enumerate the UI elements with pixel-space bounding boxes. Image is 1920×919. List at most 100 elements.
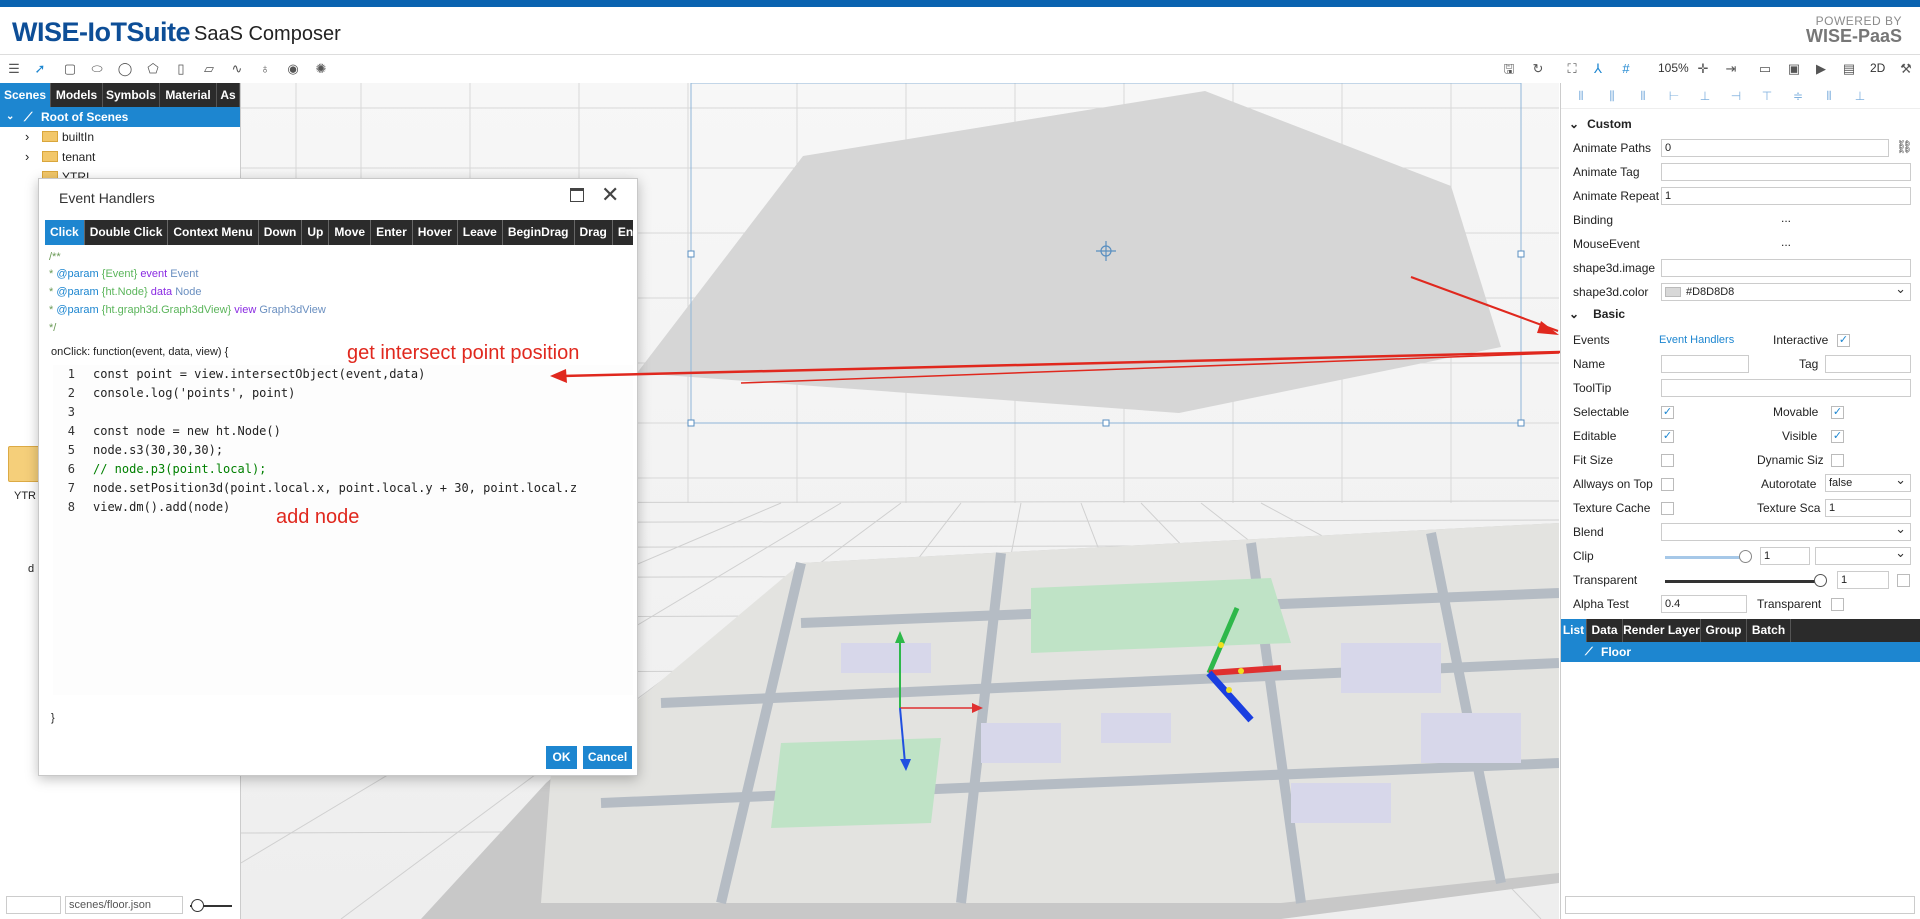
editable-checkbox[interactable]: ✓ [1661, 430, 1674, 443]
toggle-2d[interactable]: 2D [1870, 61, 1885, 75]
binding-button[interactable]: ... [1781, 208, 1791, 228]
tab-list[interactable]: List [1561, 619, 1587, 642]
always-on-top-checkbox[interactable] [1661, 478, 1674, 491]
align-bottom-icon[interactable]: ⫴ [1635, 89, 1651, 103]
basic-section-header[interactable]: ⌄ Basic [1569, 304, 1625, 324]
zoom-slider-thumb[interactable] [191, 899, 204, 912]
transparent-slider-thumb[interactable] [1814, 574, 1827, 587]
cube-icon[interactable]: ▢ [61, 60, 79, 78]
distribute-top-icon[interactable]: ⊤ [1759, 89, 1775, 103]
chevron-right-icon[interactable]: › [25, 127, 29, 147]
tab-down[interactable]: Down [259, 220, 303, 245]
tab-begin-drag[interactable]: BeginDrag [503, 220, 575, 245]
animate-paths-input[interactable]: 0 [1661, 139, 1889, 157]
record-icon[interactable]: ▤ [1840, 60, 1858, 78]
selectable-checkbox[interactable]: ✓ [1661, 406, 1674, 419]
close-icon[interactable]: ✕ [601, 182, 619, 208]
axis-icon[interactable]: ⅄ [1589, 60, 1607, 78]
save-as-icon[interactable]: ▣ [1785, 60, 1803, 78]
event-handlers-link[interactable]: Event Handlers [1659, 330, 1734, 350]
tab-up[interactable]: Up [302, 220, 330, 245]
shape-icon[interactable]: ⬠ [144, 60, 162, 78]
animate-repeat-input[interactable]: 1 [1661, 187, 1911, 205]
tab-hover[interactable]: Hover [413, 220, 458, 245]
texture-cache-checkbox[interactable] [1661, 502, 1674, 515]
tab-end[interactable]: End [613, 220, 633, 245]
clip-slider[interactable] [1665, 550, 1752, 563]
plane-icon[interactable]: ▱ [200, 60, 218, 78]
tab-leave[interactable]: Leave [458, 220, 503, 245]
tag-input[interactable] [1825, 355, 1911, 373]
sphere-icon[interactable]: ◯ [116, 60, 134, 78]
tab-click[interactable]: Click [45, 220, 85, 245]
dynamic-size-checkbox[interactable] [1831, 454, 1844, 467]
tab-symbols[interactable]: Symbols [103, 83, 160, 107]
tab-drag[interactable]: Drag [575, 220, 613, 245]
alpha-test-input[interactable]: 0.4 [1661, 595, 1747, 613]
clip-input[interactable]: 1 [1760, 547, 1810, 565]
clip-slider-thumb[interactable] [1739, 550, 1752, 563]
align-center-icon[interactable]: ⊥ [1697, 89, 1713, 103]
distribute-h-icon[interactable]: ⦀ [1821, 89, 1837, 103]
chevron-down-icon[interactable]: ⌄ [6, 107, 14, 127]
path-input[interactable]: scenes/floor.json [65, 896, 183, 914]
ok-button[interactable]: OK [546, 746, 577, 769]
fit-size-checkbox[interactable] [1661, 454, 1674, 467]
curve-icon[interactable]: ∿ [228, 60, 246, 78]
panel-icon[interactable]: ▭ [1756, 60, 1774, 78]
tool-icon[interactable]: ⚒ [1897, 60, 1915, 78]
autorotate-select[interactable]: false [1825, 472, 1911, 492]
cancel-button[interactable]: Cancel [583, 746, 632, 769]
tab-enter[interactable]: Enter [371, 220, 413, 245]
link-icon[interactable]: ⛓ [1896, 139, 1913, 155]
menu-icon[interactable]: ☰ [5, 60, 23, 78]
tab-batch[interactable]: Batch [1747, 619, 1791, 642]
align-middle-icon[interactable]: ⫼ [1604, 89, 1620, 103]
zoom-level[interactable]: 105% [1658, 61, 1689, 75]
distribute-bottom-icon[interactable]: ⊥ [1852, 89, 1868, 103]
tree-item-builtin[interactable]: › builtIn [0, 127, 240, 147]
filter-input[interactable] [6, 896, 61, 914]
mouse-event-button[interactable]: ... [1781, 232, 1791, 252]
custom-section-header[interactable]: ⌄ Custom [1569, 114, 1632, 134]
interactive-checkbox[interactable]: ✓ [1837, 334, 1850, 347]
movable-checkbox[interactable]: ✓ [1831, 406, 1844, 419]
spotlight-icon[interactable]: ✺ [312, 60, 330, 78]
tab-double-click[interactable]: Double Click [85, 220, 169, 245]
tooltip-input[interactable] [1661, 379, 1911, 397]
transparent2-checkbox[interactable] [1831, 598, 1844, 611]
chevron-right-icon[interactable]: › [25, 147, 29, 167]
shape-image-input[interactable] [1661, 259, 1911, 277]
wall-icon[interactable]: ▯ [172, 60, 190, 78]
fit-view-icon[interactable]: ⛶ [1563, 60, 1581, 78]
clip-select[interactable] [1815, 545, 1911, 565]
tab-assets[interactable]: As [217, 83, 240, 107]
tab-material[interactable]: Material [160, 83, 217, 107]
texture-scale-input[interactable]: 1 [1825, 499, 1911, 517]
select-pointer-icon[interactable]: ➚ [31, 60, 49, 78]
grid-icon[interactable]: # [1617, 60, 1635, 78]
play-icon[interactable]: ▶ [1812, 60, 1830, 78]
tab-scenes[interactable]: Scenes [0, 83, 51, 107]
tab-move[interactable]: Move [329, 220, 372, 245]
tree-item-tenant[interactable]: › tenant [0, 147, 240, 167]
animate-tag-input[interactable] [1661, 163, 1911, 181]
maximize-icon[interactable] [570, 188, 584, 202]
tab-render-layer[interactable]: Render Layer [1623, 619, 1701, 642]
resize-icon[interactable]: ⇥ [1722, 60, 1740, 78]
zoom-slider[interactable] [190, 899, 232, 912]
list-item-floor[interactable]: ⟋ Floor [1561, 642, 1920, 662]
tab-group[interactable]: Group [1701, 619, 1747, 642]
tab-models[interactable]: Models [51, 83, 103, 107]
align-right-icon[interactable]: ⊣ [1728, 89, 1744, 103]
light-icon[interactable]: ♁ [256, 60, 274, 78]
point-icon[interactable]: ◉ [284, 60, 302, 78]
tree-root[interactable]: ⌄ ⟋ Root of Scenes [0, 107, 240, 127]
shape-color-select[interactable]: #D8D8D8 [1661, 281, 1911, 301]
visible-checkbox[interactable]: ✓ [1831, 430, 1844, 443]
distribute-v-icon[interactable]: ≑ [1790, 89, 1806, 103]
align-left-icon[interactable]: ⊢ [1666, 89, 1682, 103]
large-folder-icon[interactable] [8, 446, 42, 482]
code-editor[interactable]: 1 const point = view.intersectObject(even… [53, 365, 633, 695]
align-top-icon[interactable]: ⫴ [1573, 89, 1589, 103]
